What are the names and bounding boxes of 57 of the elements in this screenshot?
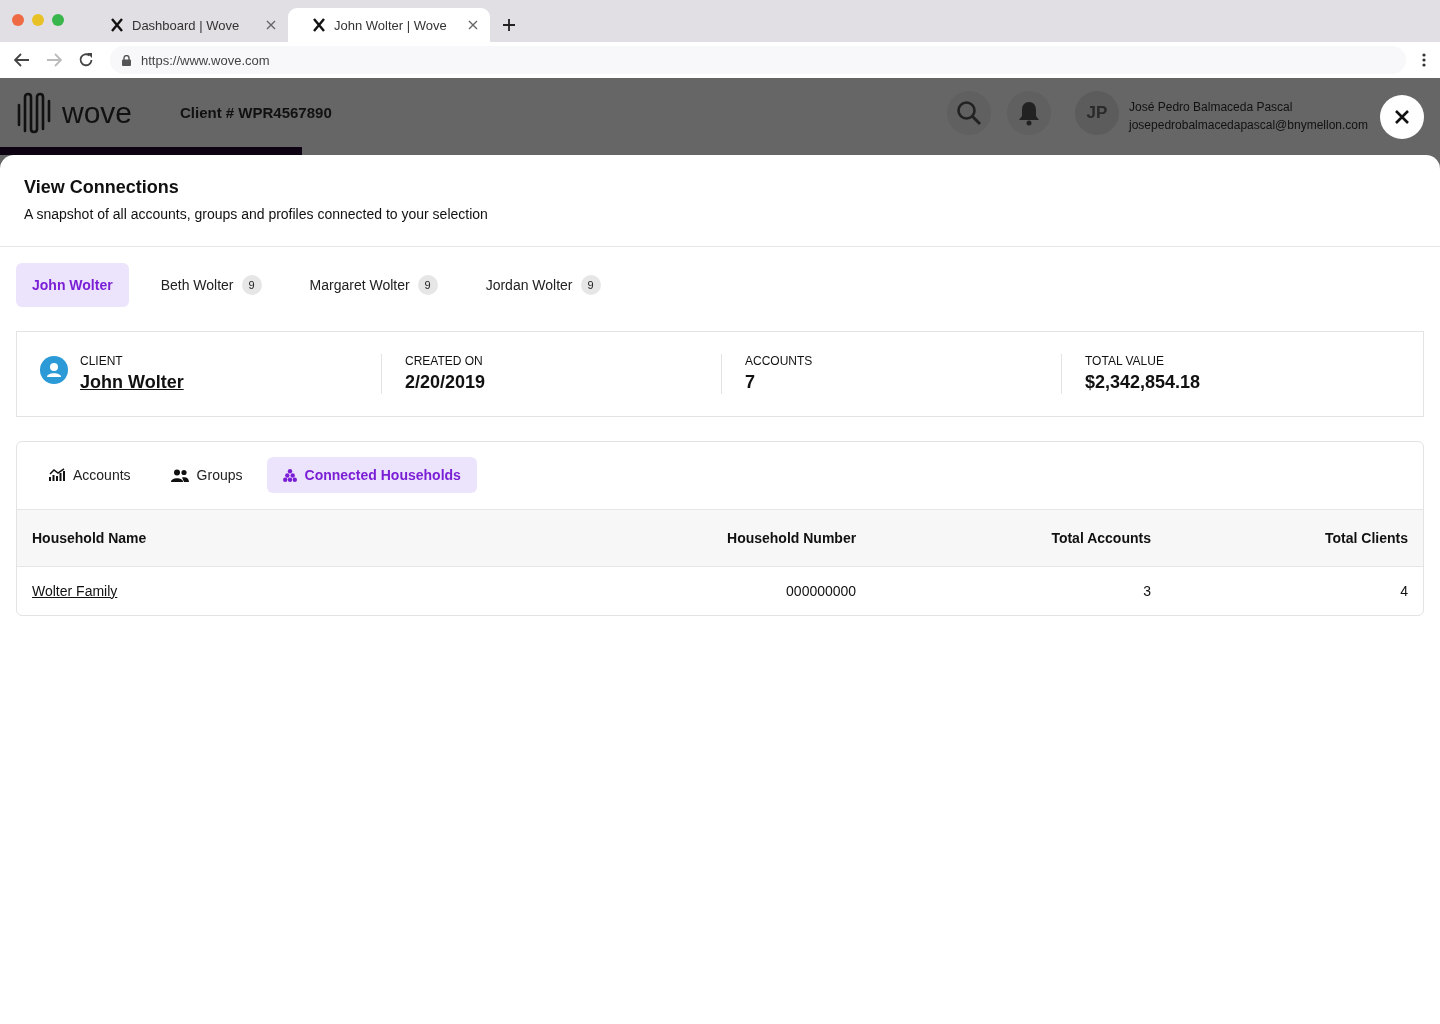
back-icon[interactable] [14, 53, 30, 67]
summary-label: CREATED ON [405, 354, 484, 368]
tab-title: John Wolter | Wove [334, 17, 448, 33]
client-link[interactable]: John Wolter [80, 372, 184, 393]
browser-tab[interactable]: John Wolter | Wove [288, 8, 490, 42]
column-header: Total Accounts [871, 509, 1166, 567]
household-link[interactable]: Wolter Family [32, 582, 118, 599]
browser-tab[interactable]: Dashboard | Wove [86, 8, 288, 42]
count-badge: 9 [417, 275, 438, 295]
section-tab[interactable]: Accounts [33, 457, 147, 493]
dots-icon [282, 468, 297, 482]
more-icon[interactable] [1422, 53, 1426, 67]
user-name: José Pedro Balmaceda Pascal [1129, 99, 1294, 114]
summary-value: 7 [745, 372, 756, 393]
url-text: https://www.wove.com [141, 52, 270, 68]
summary-label: CLIENT [80, 354, 124, 368]
search-button[interactable] [947, 90, 991, 135]
client-number: Client # WPR4567890 [180, 104, 332, 121]
notifications-button[interactable] [1007, 90, 1051, 135]
table-cell: 4 [1165, 566, 1423, 615]
summary-value: 2/20/2019 [405, 372, 486, 393]
column-header: Household Name [17, 509, 510, 567]
bar-chart-icon [49, 468, 65, 482]
person-tab[interactable]: John Wolter [16, 263, 129, 307]
favicon-icon [312, 18, 326, 32]
summary-value: $2,342,854.18 [1085, 372, 1201, 393]
close-icon [1395, 110, 1409, 124]
summary-label: TOTAL VALUE [1085, 354, 1165, 368]
section-tab[interactable]: Groups [154, 457, 259, 493]
count-badge: 9 [580, 275, 601, 295]
lock-icon [122, 54, 131, 66]
summary-label: ACCOUNTS [745, 354, 813, 368]
reload-icon[interactable] [78, 52, 94, 68]
column-header: Total Clients [1165, 509, 1423, 567]
table-cell: 3 [871, 566, 1166, 615]
search-icon [956, 99, 982, 126]
modal-title: View Connections [24, 177, 180, 198]
logo-text: wove [62, 95, 133, 130]
favicon-icon [110, 18, 124, 32]
close-icon[interactable] [468, 20, 478, 30]
person-tab[interactable]: Jordan Wolter 9 [469, 263, 617, 307]
count-badge: 9 [241, 275, 262, 295]
person-tab[interactable]: Beth Wolter 9 [144, 263, 278, 307]
bell-icon [1018, 99, 1040, 126]
people-icon [170, 468, 189, 482]
column-header: Household Number [509, 509, 872, 567]
user-email: josepedrobalmacedapascal@bnymellon.com [1129, 117, 1368, 132]
section-tab[interactable]: Connected Households [266, 457, 477, 493]
modal-subtitle: A snapshot of all accounts, groups and profiles connected to your selection [24, 206, 489, 222]
table-cell: 000000000 [509, 566, 872, 615]
new-tab-icon[interactable] [502, 18, 516, 32]
person-tab[interactable]: Margaret Wolter 9 [293, 263, 454, 307]
address-field[interactable]: https://www.wove.com [110, 46, 1406, 74]
close-icon[interactable] [266, 20, 276, 30]
close-window-icon[interactable] [12, 14, 24, 26]
tab-title: Dashboard | Wove [132, 17, 241, 33]
user-icon [40, 356, 68, 384]
